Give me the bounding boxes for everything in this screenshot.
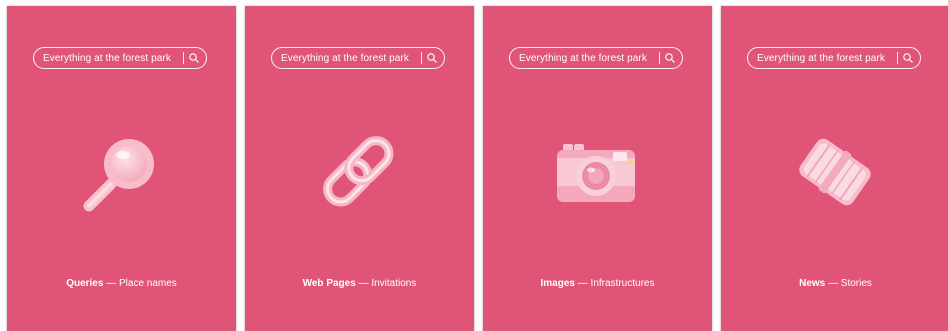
card-caption: News — Stories (721, 278, 948, 289)
caption-dash: — (358, 278, 369, 289)
card-images[interactable]: Everything at the forest park Images — I… (483, 6, 712, 331)
search-query-text: Everything at the forest park (281, 52, 409, 64)
caption-sub: Place names (119, 278, 177, 289)
search-query-text: Everything at the forest park (757, 52, 885, 64)
search-icon[interactable] (426, 52, 438, 64)
search-pill[interactable]: Everything at the forest park (271, 47, 445, 69)
caption-dash: — (106, 278, 117, 289)
search-divider (183, 52, 184, 64)
card-caption: Queries — Place names (7, 278, 236, 289)
search-divider (659, 52, 660, 64)
search-icon[interactable] (188, 52, 200, 64)
card-web-pages[interactable]: Everything at the forest park Web Pages … (245, 6, 474, 331)
search-icon[interactable] (664, 52, 676, 64)
caption-label: News (799, 278, 826, 289)
caption-sub: Stories (840, 278, 872, 289)
caption-dash: — (828, 278, 838, 289)
card-caption: Images — Infrastructures (483, 278, 712, 289)
card-caption: Web Pages — Invitations (245, 278, 474, 289)
search-divider (421, 52, 422, 64)
search-query-text: Everything at the forest park (43, 52, 171, 64)
search-icon[interactable] (902, 52, 914, 64)
magnifier-icon (83, 139, 154, 212)
caption-sub: Invitations (371, 278, 417, 289)
caption-dash: — (577, 278, 588, 289)
card-gallery: Everything at the forest park Queries — (0, 0, 948, 331)
search-divider (897, 52, 898, 64)
camera-icon (557, 144, 635, 202)
card-queries[interactable]: Everything at the forest park Queries — (7, 6, 236, 331)
caption-label: Images (540, 278, 575, 289)
chain-link-icon (323, 136, 394, 207)
search-query-text: Everything at the forest park (519, 52, 647, 64)
card-news[interactable]: Everything at the forest park News — Sto… (721, 6, 948, 331)
caption-label: Web Pages (302, 278, 356, 289)
search-pill[interactable]: Everything at the forest park (509, 47, 683, 69)
newspaper-roll-icon (799, 138, 871, 206)
caption-sub: Infrastructures (590, 278, 655, 289)
search-pill[interactable]: Everything at the forest park (33, 47, 207, 69)
caption-label: Queries (66, 278, 104, 289)
search-pill[interactable]: Everything at the forest park (747, 47, 921, 69)
